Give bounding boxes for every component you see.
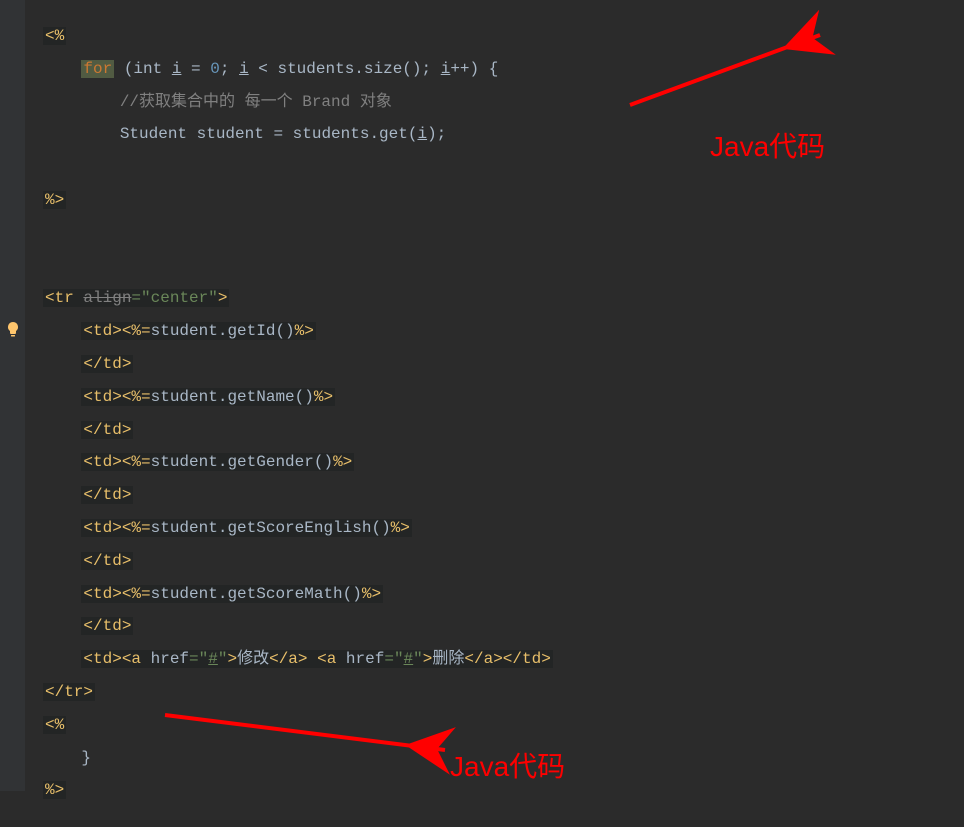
code-line: </tr> [35,676,964,709]
code-line: <td><%=student.getId()%> [35,315,964,348]
code-line: <% [35,20,964,53]
lightbulb-icon[interactable] [5,321,21,342]
code-line: Student student = students.get(i); [35,118,964,151]
code-line: <tr align="center"> [35,282,964,315]
code-line: <% [35,709,964,742]
code-line: <td><%=student.getScoreMath()%> [35,578,964,611]
code-line: </td> [35,348,964,381]
code-line [35,250,964,283]
gutter [0,0,25,791]
code-line [35,217,964,250]
code-line: <td><%=student.getGender()%> [35,446,964,479]
code-line: } [35,742,964,775]
code-line: <td><a href="#">修改</a> <a href="#">删除</a… [35,643,964,676]
code-line: </td> [35,414,964,447]
code-line: </td> [35,545,964,578]
code-line: </td> [35,479,964,512]
code-line: %> [35,184,964,217]
code-line: <td><%=student.getName()%> [35,381,964,414]
code-line: //获取集合中的 每一个 Brand 对象 [35,86,964,119]
code-line: </td> [35,610,964,643]
code-line: <td><%=student.getScoreEnglish()%> [35,512,964,545]
code-line: for (int i = 0; i < students.size(); i++… [35,53,964,86]
code-editor[interactable]: <% for (int i = 0; i < students.size(); … [25,0,964,827]
code-line [35,151,964,184]
